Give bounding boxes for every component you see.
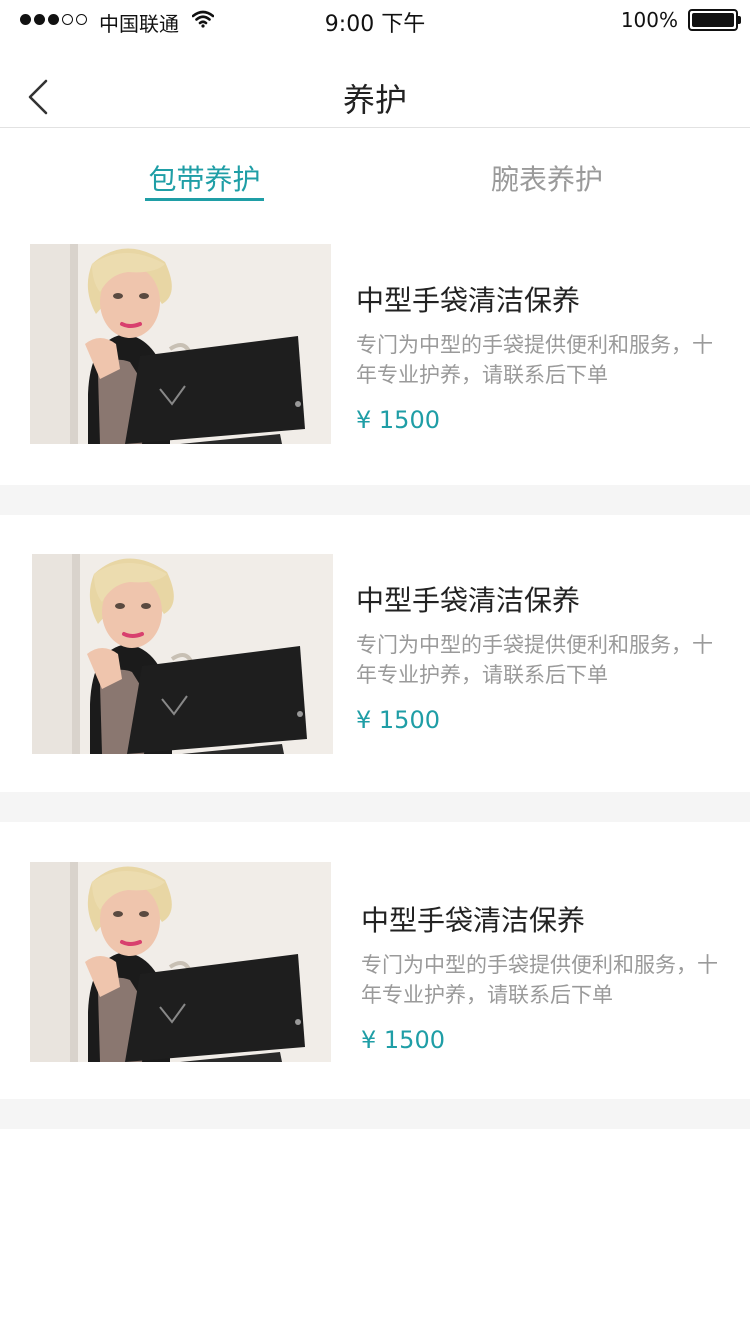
item-description: 专门为中型的手袋提供便利和服务，十年专业护养，请联系后下单 [361,953,718,1007]
item-price: ¥ 1500 [361,1026,445,1054]
service-list: 中型手袋清洁保养 专门为中型的手袋提供便利和服务，十年专业护养，请联系后下单 ¥… [0,228,750,1129]
section-divider [0,485,750,515]
list-item[interactable]: 中型手袋清洁保养 专门为中型的手袋提供便利和服务，十年专业护养，请联系后下单 ¥… [0,515,750,792]
tab-bag-care[interactable]: 包带养护 [145,158,264,198]
item-description: 专门为中型的手袋提供便利和服务，十年专业护养，请联系后下单 [356,333,713,387]
item-price: ¥ 1500 [356,406,440,434]
page-title: 养护 [342,81,407,119]
item-description: 专门为中型的手袋提供便利和服务，十年专业护养，请联系后下单 [356,633,713,687]
tab-watch-care[interactable]: 腕表养护 [487,158,607,198]
item-title: 中型手袋清洁保养 [361,904,586,937]
status-bar: 中国联通 9:00 下午 100% [0,0,750,40]
product-image [30,244,331,444]
list-item[interactable]: 中型手袋清洁保养 专门为中型的手袋提供便利和服务，十年专业护养，请联系后下单 ¥… [0,822,750,1099]
item-price: ¥ 1500 [356,706,440,734]
item-title: 中型手袋清洁保养 [356,284,581,317]
section-divider [0,792,750,822]
list-item[interactable]: 中型手袋清洁保养 专门为中型的手袋提供便利和服务，十年专业护养，请联系后下单 ¥… [0,228,750,485]
section-divider [0,1099,750,1129]
nav-bar: 养护 [0,40,750,128]
battery-icon [688,9,741,31]
product-image [32,554,333,754]
item-title: 中型手袋清洁保养 [356,584,581,617]
tab-bar: 包带养护 腕表养护 [0,128,750,228]
active-tab-indicator [145,198,264,201]
product-image [30,862,331,1062]
battery-percent: 100% [620,8,678,32]
